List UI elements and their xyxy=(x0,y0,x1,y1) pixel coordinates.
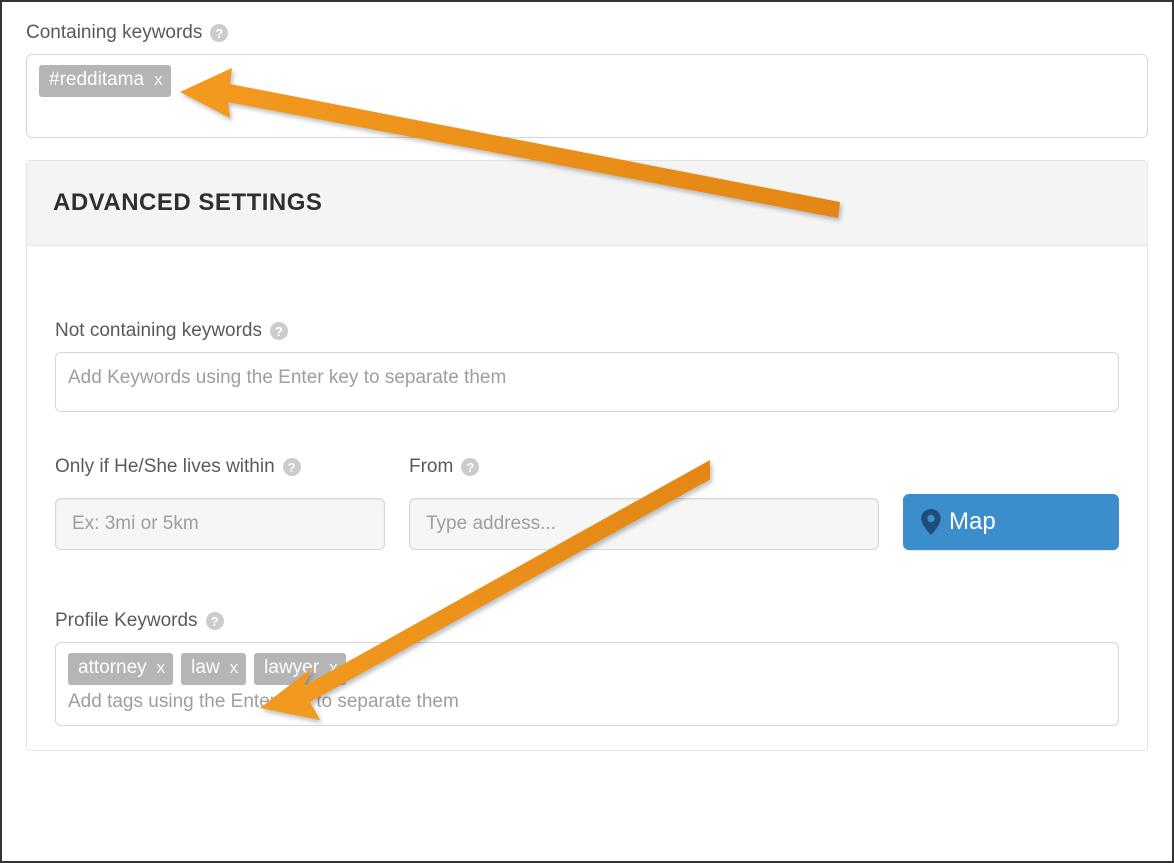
keyword-tag-text: law xyxy=(191,657,220,680)
distance-input[interactable] xyxy=(55,498,385,550)
advanced-settings-panel: ADVANCED SETTINGS Not containing keyword… xyxy=(26,160,1148,751)
close-icon[interactable]: x xyxy=(329,658,338,678)
containing-keywords-label: Containing keywords ? xyxy=(26,22,1148,44)
containing-keywords-label-text: Containing keywords xyxy=(26,22,202,44)
keyword-tag: #redditama x xyxy=(39,65,171,97)
address-input[interactable] xyxy=(409,498,879,550)
map-pin-icon xyxy=(921,509,941,535)
close-icon[interactable]: x xyxy=(154,70,163,90)
from-label: From ? xyxy=(409,456,879,478)
keyword-tag-text: #redditama xyxy=(49,69,144,92)
profile-keywords-label: Profile Keywords ? xyxy=(55,610,1119,632)
profile-keywords-placeholder: Add tags using the Enter key to separate… xyxy=(68,691,1106,713)
distance-label: Only if He/She lives within ? xyxy=(55,456,385,478)
distance-label-text: Only if He/She lives within xyxy=(55,456,275,478)
profile-keywords-label-text: Profile Keywords xyxy=(55,610,198,632)
help-icon[interactable]: ? xyxy=(461,458,479,476)
keyword-tag-text: attorney xyxy=(78,657,147,680)
keyword-tag-text: lawyer xyxy=(264,657,319,680)
advanced-settings-header[interactable]: ADVANCED SETTINGS xyxy=(27,161,1147,246)
help-icon[interactable]: ? xyxy=(210,24,228,42)
help-icon[interactable]: ? xyxy=(283,458,301,476)
not-containing-placeholder: Add Keywords using the Enter key to sepa… xyxy=(68,363,1106,389)
containing-keywords-input[interactable]: #redditama x xyxy=(26,54,1148,138)
keyword-tag: law x xyxy=(181,653,246,685)
help-icon[interactable]: ? xyxy=(206,612,224,630)
map-button[interactable]: Map xyxy=(903,494,1119,550)
map-button-label: Map xyxy=(949,508,996,536)
not-containing-label-text: Not containing keywords xyxy=(55,320,262,342)
profile-keywords-input[interactable]: attorney x law x lawyer x Add tags using… xyxy=(55,642,1119,726)
close-icon[interactable]: x xyxy=(230,658,239,678)
not-containing-input[interactable]: Add Keywords using the Enter key to sepa… xyxy=(55,352,1119,412)
keyword-tag: attorney x xyxy=(68,653,173,685)
from-label-text: From xyxy=(409,456,453,478)
advanced-settings-title: ADVANCED SETTINGS xyxy=(53,189,1121,217)
close-icon[interactable]: x xyxy=(157,658,166,678)
keyword-tag: lawyer x xyxy=(254,653,345,685)
not-containing-label: Not containing keywords ? xyxy=(55,320,1119,342)
help-icon[interactable]: ? xyxy=(270,322,288,340)
